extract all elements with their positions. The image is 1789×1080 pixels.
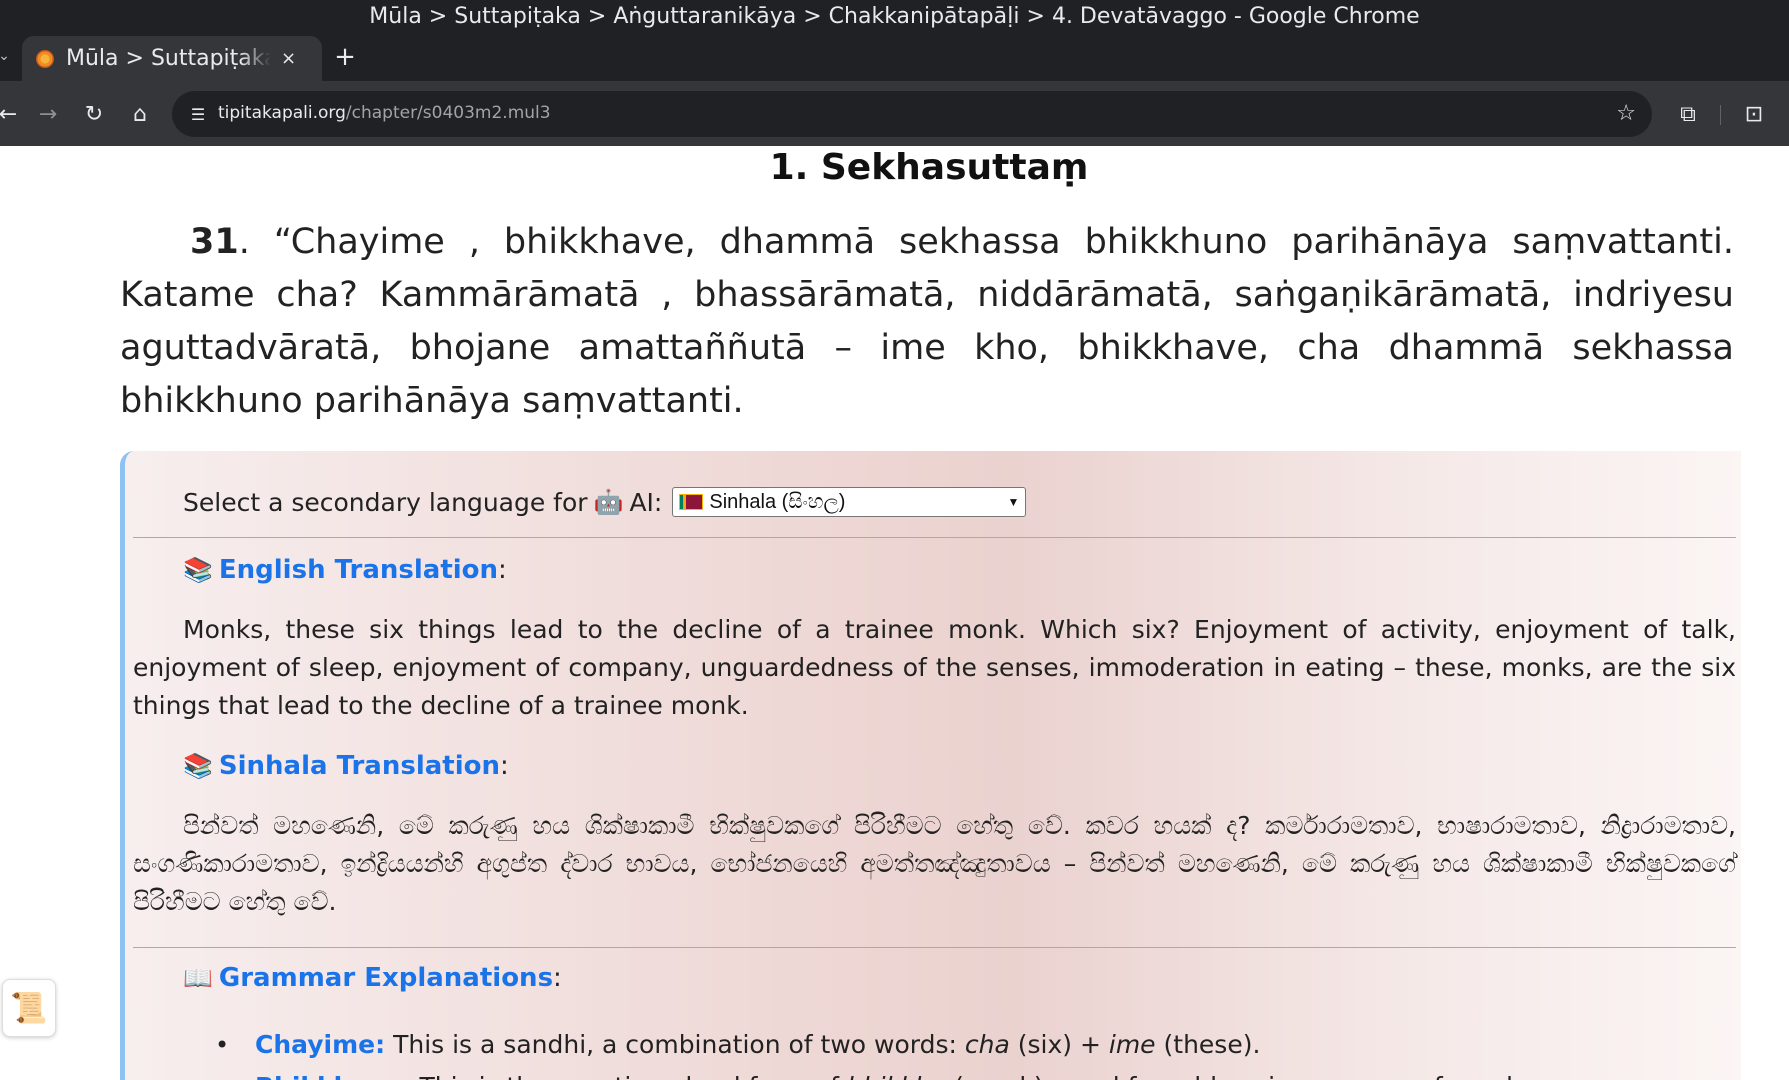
open-book-icon: 📖	[183, 964, 213, 992]
chevron-down-icon: ▼	[1007, 495, 1020, 509]
language-select-suffix: AI:	[629, 487, 663, 517]
bookmark-star-icon[interactable]: ☆	[1616, 101, 1636, 126]
window-title: Mūla > Suttapiṭaka > Aṅguttaranikāya > C…	[369, 3, 1420, 29]
paragraph-number: 31	[190, 222, 239, 262]
list-item: Bhikkhave: This is the vocative plural f…	[215, 1071, 1715, 1080]
grammar-list: Chayime: This is a sandhi, a combination…	[215, 1029, 1715, 1080]
tab-title: Mūla > Suttapiṭaka > Aṅguttaranikāya	[66, 46, 271, 71]
tab-search-chevron-icon[interactable]: ⌄	[0, 42, 14, 70]
grammar-text: This is the vocative plural form of	[412, 1072, 847, 1080]
sri-lanka-flag-icon	[679, 494, 704, 510]
forward-arrow-icon[interactable]: →	[32, 98, 64, 130]
url-host: tipitakapali.org	[218, 103, 346, 123]
english-translation-text: Monks, these six things lead to the decl…	[133, 615, 1736, 720]
grammar-title-colon: :	[553, 963, 562, 993]
books-icon: 📚	[183, 556, 213, 584]
sinhala-translation-link[interactable]: Sinhala Translation	[219, 751, 500, 781]
tab-close-icon[interactable]: ×	[281, 48, 296, 69]
grammar-text: (these).	[1155, 1030, 1261, 1059]
address-bar[interactable]: ☰ tipitakapali.org/chapter/s0403m2.mul3 …	[172, 91, 1652, 137]
grammar-term: Bhikkhave:	[255, 1072, 412, 1080]
grammar-term: Chayime:	[255, 1030, 386, 1059]
page-content: 1. Sekhasuttaṃ 31. “Chayime , bhikkhave,…	[0, 146, 1789, 1080]
grammar-explanations-link[interactable]: Grammar Explanations	[219, 963, 553, 993]
secondary-language-row: Select a secondary language for 🤖 AI: Si…	[183, 487, 1027, 517]
screenshot-camera-icon[interactable]: ⊡	[1738, 98, 1770, 130]
grammar-text: (monk), used for addressing a group of m…	[946, 1072, 1541, 1080]
books-icon: 📚	[183, 752, 213, 780]
selected-language: Sinhala (සිංහල)	[709, 490, 846, 513]
extensions-puzzle-icon[interactable]: ⧉	[1672, 98, 1704, 130]
browser-toolbar: ← → ↻ ⌂ ☰ tipitakapali.org/chapter/s0403…	[0, 81, 1789, 146]
grammar-word: bhikkhu	[847, 1072, 946, 1080]
pali-paragraph: 31. “Chayime , bhikkhave, dhammā sekhass…	[120, 216, 1734, 428]
site-favicon-icon	[36, 49, 54, 68]
scroll-icon[interactable]: 📜	[2, 979, 56, 1037]
grammar-word: cha	[964, 1030, 1010, 1059]
sinhala-translation-text: පින්වත් මහණෙනි, මේ කරුණු හය ශික්ෂාකාමී භ…	[133, 811, 1736, 916]
tab-strip: ⌄ Mūla > Suttapiṭaka > Aṅguttaranikāya ×…	[0, 32, 1789, 81]
robot-icon: 🤖	[593, 488, 624, 516]
grammar-text: This is a sandhi, a combination of two w…	[385, 1030, 965, 1059]
sinhala-translation-heading: 📚 Sinhala Translation:	[183, 751, 509, 781]
list-item: Chayime: This is a sandhi, a combination…	[215, 1029, 1715, 1061]
section-divider	[133, 947, 1736, 948]
toolbar-separator	[1720, 105, 1721, 125]
ai-translation-panel: Select a secondary language for 🤖 AI: Si…	[120, 451, 1741, 1080]
language-select-label: Select a secondary language for	[183, 487, 588, 517]
grammar-text: (six) +	[1009, 1030, 1109, 1059]
english-title-colon: :	[498, 555, 507, 585]
active-tab[interactable]: Mūla > Suttapiṭaka > Aṅguttaranikāya ×	[22, 36, 322, 81]
grammar-word: ime	[1108, 1030, 1156, 1059]
pali-text: . “Chayime , bhikkhave, dhammā sekhassa …	[120, 222, 1734, 421]
url-path: /chapter/s0403m2.mul3	[345, 103, 551, 123]
site-info-tune-icon[interactable]: ☰	[186, 102, 210, 126]
english-translation-heading: 📚 English Translation:	[183, 555, 507, 585]
sutta-heading: 1. Sekhasuttaṃ	[769, 147, 1089, 188]
section-divider	[133, 537, 1736, 538]
back-arrow-icon[interactable]: ←	[0, 98, 24, 130]
url-text[interactable]: tipitakapali.org/chapter/s0403m2.mul3	[218, 103, 551, 123]
new-tab-plus-icon[interactable]: +	[330, 42, 360, 72]
home-icon[interactable]: ⌂	[124, 98, 156, 130]
sinhala-title-colon: :	[500, 751, 509, 781]
reload-icon[interactable]: ↻	[78, 98, 110, 130]
secondary-language-select[interactable]: Sinhala (සිංහල) ▼	[672, 487, 1027, 517]
grammar-explanations-heading: 📖 Grammar Explanations:	[183, 963, 562, 993]
english-translation-link[interactable]: English Translation	[219, 555, 498, 585]
window-titlebar: Mūla > Suttapiṭaka > Aṅguttaranikāya > C…	[0, 0, 1789, 32]
